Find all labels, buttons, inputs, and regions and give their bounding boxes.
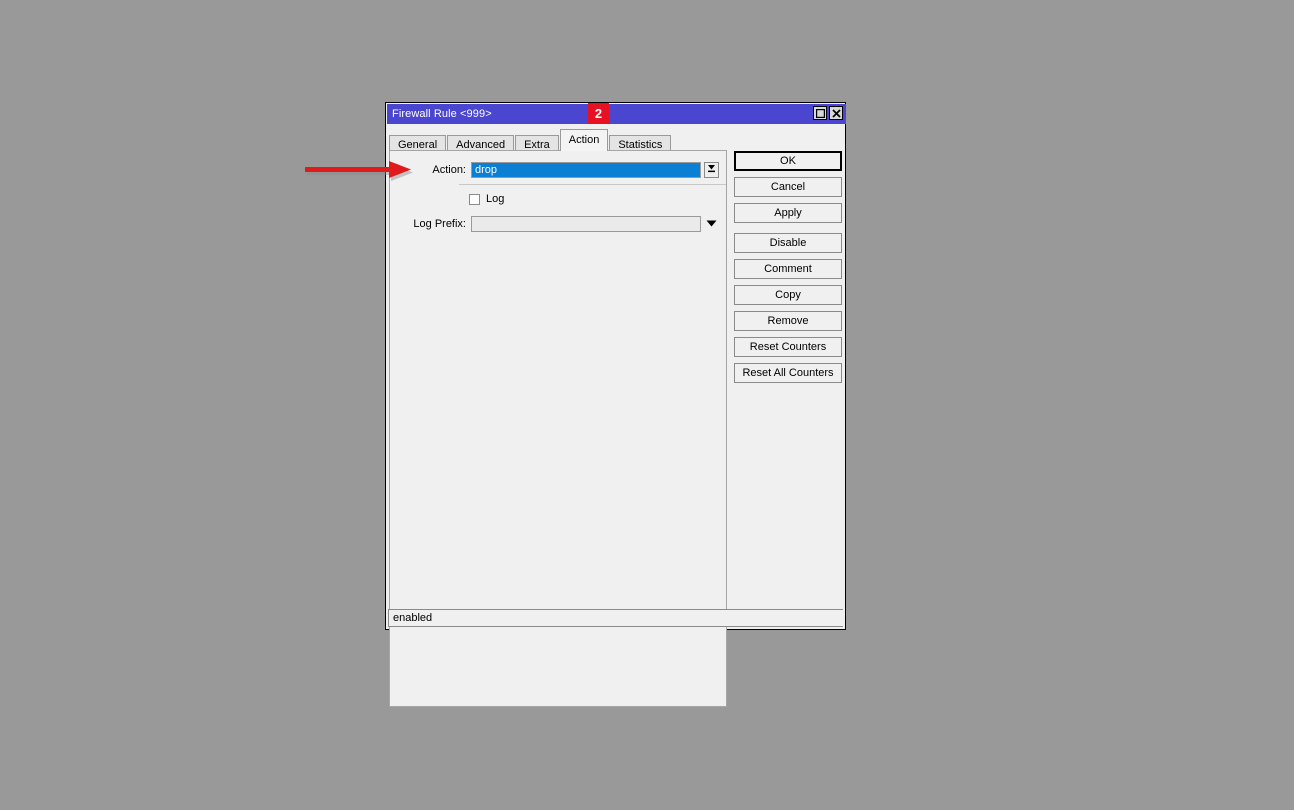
action-row: Action: drop bbox=[390, 162, 726, 178]
log-label: Log bbox=[486, 193, 505, 205]
combo-expand-icon bbox=[707, 164, 716, 177]
tab-action[interactable]: Action bbox=[559, 129, 609, 151]
reset-all-counters-button[interactable]: Reset All Counters bbox=[734, 363, 842, 383]
ok-button[interactable]: OK bbox=[734, 151, 842, 171]
maximize-button[interactable] bbox=[813, 106, 827, 120]
log-row: Log bbox=[390, 193, 504, 205]
remove-button[interactable]: Remove bbox=[734, 311, 842, 331]
action-value: drop bbox=[475, 164, 498, 176]
log-prefix-row: Log Prefix: bbox=[390, 216, 726, 232]
firewall-rule-dialog: Firewall Rule <999> General Advanced Ext… bbox=[385, 102, 846, 707]
status-bar: enabled bbox=[388, 609, 843, 627]
log-prefix-input[interactable] bbox=[471, 216, 701, 232]
field-separator bbox=[459, 184, 726, 185]
action-label: Action: bbox=[432, 164, 466, 176]
apply-button[interactable]: Apply bbox=[734, 203, 842, 223]
titlebar-buttons bbox=[813, 106, 843, 120]
titlebar[interactable]: Firewall Rule <999> bbox=[387, 104, 846, 124]
close-icon bbox=[831, 108, 841, 118]
copy-button[interactable]: Copy bbox=[734, 285, 842, 305]
close-button[interactable] bbox=[829, 106, 843, 120]
maximize-icon bbox=[815, 108, 825, 118]
window-title: Firewall Rule <999> bbox=[392, 108, 492, 120]
step-badge-2: 2 bbox=[588, 103, 609, 124]
disable-button[interactable]: Disable bbox=[734, 233, 842, 253]
dialog-button-panel: OK Cancel Apply Disable Comment Copy Rem… bbox=[734, 151, 842, 389]
log-checkbox[interactable] bbox=[469, 193, 480, 205]
chevron-down-icon bbox=[706, 218, 717, 230]
log-prefix-dropdown-button[interactable] bbox=[704, 216, 719, 232]
status-text: enabled bbox=[393, 612, 433, 624]
reset-counters-button[interactable]: Reset Counters bbox=[734, 337, 842, 357]
tab-bar: General Advanced Extra Action Statistics bbox=[389, 129, 672, 153]
log-prefix-label: Log Prefix: bbox=[413, 218, 466, 230]
action-dropdown-button[interactable] bbox=[704, 162, 719, 178]
cancel-button[interactable]: Cancel bbox=[734, 177, 842, 197]
action-input[interactable]: drop bbox=[471, 162, 701, 178]
comment-button[interactable]: Comment bbox=[734, 259, 842, 279]
tab-action-label: Action bbox=[568, 134, 600, 146]
